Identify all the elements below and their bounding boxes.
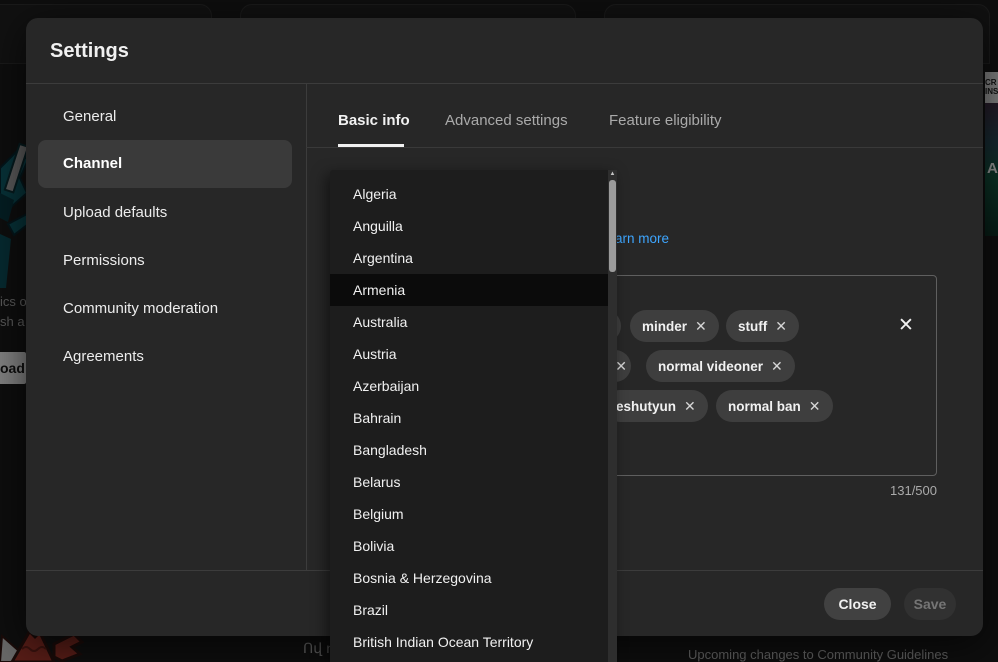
sidebar-item-agreements[interactable]: Agreements [26, 333, 306, 381]
country-option-brazil[interactable]: Brazil [330, 594, 617, 626]
remove-icon[interactable]: ✕ [615, 358, 627, 375]
keyword-chip-label: eshutyun [616, 399, 676, 414]
sidebar-item-channel[interactable]: Channel [26, 140, 306, 188]
country-option-anguilla[interactable]: Anguilla [330, 210, 617, 242]
tab-divider [306, 147, 983, 148]
country-option-bosnia-herzegovina[interactable]: Bosnia & Herzegovina [330, 562, 617, 594]
dialog-title: Settings [50, 40, 129, 63]
country-option-belgium[interactable]: Belgium [330, 498, 617, 530]
keyword-chip-normal-videoner: normal videoner ✕ [646, 350, 795, 382]
scroll-up-icon[interactable]: ▲ [608, 171, 617, 177]
keyword-chip-label: normal videoner [658, 359, 763, 374]
screen: ics o sh a oad Ով ո Upcoming changes to … [0, 0, 998, 662]
keyword-chip-label: stuff [738, 319, 767, 334]
sidebar-item-general[interactable]: General [26, 93, 306, 141]
sidebar-item-community-moderation[interactable]: Community moderation [26, 285, 306, 333]
tab-feature-eligibility[interactable]: Feature eligibility [609, 111, 722, 131]
sidebar-item-upload-defaults[interactable]: Upload defaults [26, 189, 306, 237]
country-option-armenia[interactable]: Armenia [330, 274, 608, 306]
country-option-algeria[interactable]: Algeria [330, 178, 617, 210]
country-option-azerbaijan[interactable]: Azerbaijan [330, 370, 617, 402]
character-counter: 131/500 [890, 483, 937, 498]
country-option-argentina[interactable]: Argentina [330, 242, 617, 274]
dropdown-scrollbar-thumb[interactable] [609, 180, 616, 272]
country-option-austria[interactable]: Austria [330, 338, 617, 370]
country-option-bangladesh[interactable]: Bangladesh [330, 434, 617, 466]
remove-icon[interactable]: ✕ [695, 318, 707, 335]
remove-icon[interactable]: ✕ [684, 398, 696, 415]
remove-icon[interactable]: ✕ [809, 398, 821, 415]
remove-icon[interactable]: ✕ [775, 318, 787, 335]
tab-advanced-settings[interactable]: Advanced settings [445, 111, 568, 131]
country-option-belarus[interactable]: Belarus [330, 466, 617, 498]
country-option-australia[interactable]: Australia [330, 306, 617, 338]
sidebar-divider [306, 83, 307, 570]
country-option-bolivia[interactable]: Bolivia [330, 530, 617, 562]
close-button[interactable]: Close [824, 588, 891, 620]
tab-basic-info[interactable]: Basic info [338, 111, 410, 131]
clear-keywords-icon[interactable]: ✕ [894, 314, 918, 338]
country-option-british-indian-ocean-territory[interactable]: British Indian Ocean Territory [330, 626, 617, 658]
sidebar-item-permissions[interactable]: Permissions [26, 237, 306, 285]
keyword-chip-label: minder [642, 319, 687, 334]
country-option-bahrain[interactable]: Bahrain [330, 402, 617, 434]
keyword-chip-eshutyun: eshutyun ✕ [604, 390, 708, 422]
keyword-chip-stuff: stuff ✕ [726, 310, 799, 342]
country-list: Algeria Anguilla Argentina Armenia Austr… [330, 178, 617, 658]
keyword-chip-label: normal ban [728, 399, 801, 414]
keyword-chip-minder: minder ✕ [630, 310, 719, 342]
keyword-chip-normal-ban: normal ban ✕ [716, 390, 833, 422]
remove-icon[interactable]: ✕ [771, 358, 783, 375]
save-button[interactable]: Save [904, 588, 956, 620]
dropdown-scrollbar-track[interactable]: ▲ [608, 170, 617, 662]
header-divider [26, 83, 983, 84]
country-dropdown: Algeria Anguilla Argentina Armenia Austr… [330, 170, 617, 662]
